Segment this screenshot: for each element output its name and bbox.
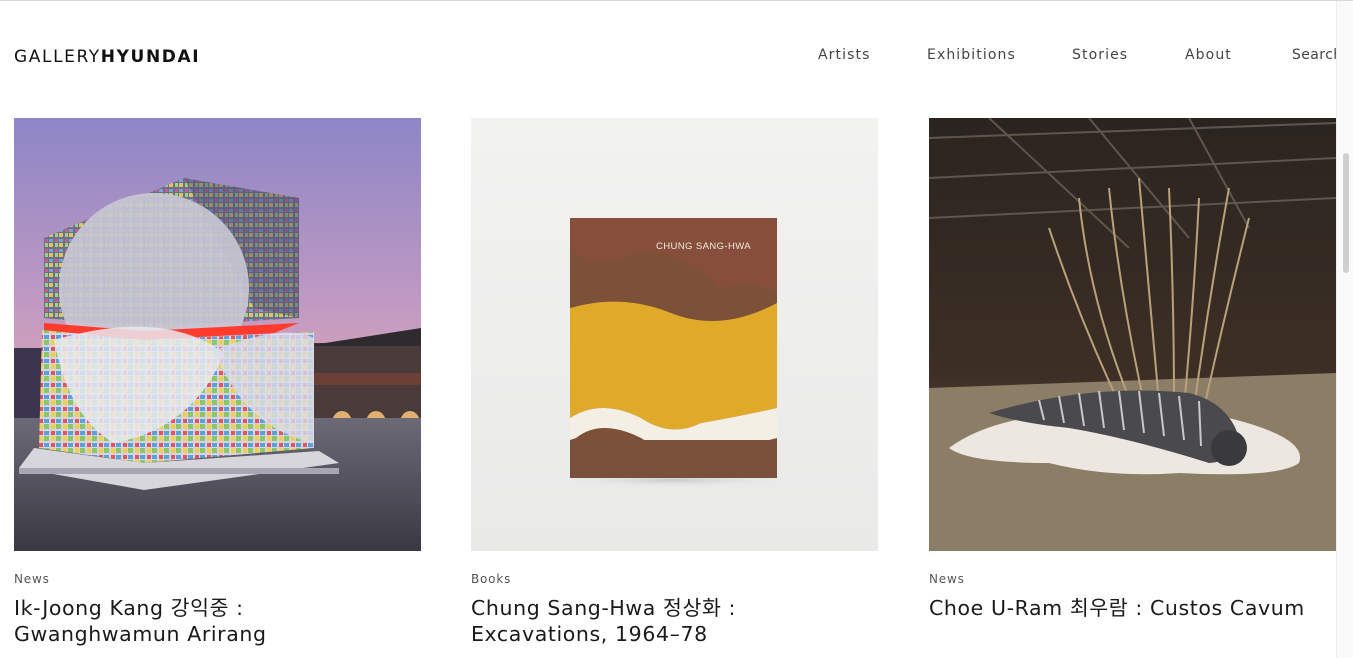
card-image-book-cover[interactable]: CHUNG SANG-HWA [471, 118, 878, 551]
card-category: News [929, 572, 965, 586]
card-image-custos-cavum-sculpture[interactable] [929, 118, 1336, 551]
book-cover-title: CHUNG SANG-HWA [656, 241, 751, 252]
card-category: Books [471, 572, 512, 586]
card-title-line-1: Choe U-Ram 최우람 : Custos Cavum [929, 596, 1305, 620]
nav-artists[interactable]: Artists [818, 47, 871, 63]
page-scrollbar[interactable] [1336, 1, 1353, 658]
nav-exhibitions[interactable]: Exhibitions [927, 47, 1016, 63]
card-title[interactable]: Choe U-Ram 최우람 : Custos Cavum [929, 595, 1336, 621]
card-title-line-2: Excavations, 1964–78 [471, 622, 708, 646]
card-image-gwanghwamun-installation[interactable] [14, 118, 421, 551]
card-title[interactable]: Chung Sang-Hwa 정상화 : Excavations, 1964–7… [471, 595, 878, 647]
card-title-line-1: Ik-Joong Kang 강익중 : [14, 596, 244, 620]
story-card-chung-sang-hwa[interactable]: CHUNG SANG-HWA Books Chung Sang-Hwa 정상화 … [471, 118, 878, 647]
card-title-line-2: Gwanghwamun Arirang [14, 622, 267, 646]
card-title[interactable]: Ik-Joong Kang 강익중 : Gwanghwamun Arirang [14, 595, 421, 647]
nav-search[interactable]: Search [1292, 47, 1343, 63]
card-title-line-1: Chung Sang-Hwa 정상화 : [471, 596, 737, 620]
scrollbar-thumb[interactable] [1343, 153, 1349, 273]
top-border [0, 0, 1353, 1]
nav-stories[interactable]: Stories [1072, 47, 1128, 63]
nav-about[interactable]: About [1185, 47, 1232, 63]
card-category: News [14, 572, 50, 586]
story-card-choe-u-ram[interactable]: News Choe U-Ram 최우람 : Custos Cavum [929, 118, 1336, 621]
main-nav: Artists Exhibitions Stories About Search [0, 47, 1353, 67]
story-card-ik-joong-kang[interactable]: News Ik-Joong Kang 강익중 : Gwanghwamun Ari… [14, 118, 421, 647]
